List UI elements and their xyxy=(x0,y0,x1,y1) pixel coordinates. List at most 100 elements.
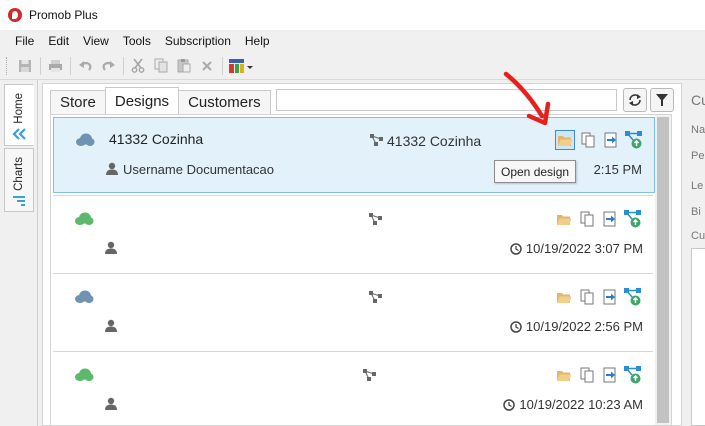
clock-icon xyxy=(510,320,522,333)
app-title: Promob Plus xyxy=(29,8,98,22)
refresh-button[interactable] xyxy=(623,88,647,112)
delete-button[interactable] xyxy=(196,55,218,77)
cloud-icon xyxy=(76,133,95,146)
save-button[interactable] xyxy=(14,55,36,77)
side-tab-charts-label: Charts xyxy=(13,157,25,191)
tab-designs[interactable]: Designs xyxy=(104,87,180,114)
scrollbar-thumb[interactable] xyxy=(657,117,669,423)
design-name: 41332 Cozinha xyxy=(109,131,204,147)
duplicate-icon xyxy=(580,367,594,383)
open-design-button[interactable] xyxy=(554,209,574,229)
redo-icon xyxy=(102,60,115,71)
row-actions xyxy=(554,365,646,385)
share-network-icon xyxy=(624,366,641,384)
project-name: 41332 Cozinha xyxy=(387,133,482,149)
tab-bar: Store Designs Customers xyxy=(50,87,271,114)
export-design-button[interactable] xyxy=(601,130,621,150)
list-item[interactable]: 10/19/2022 3:07 PM xyxy=(53,197,655,273)
export-icon xyxy=(603,211,616,227)
cut-button[interactable] xyxy=(127,55,149,77)
details-label: Cu xyxy=(691,230,705,242)
modified-date-text: 10/19/2022 10:23 AM xyxy=(519,397,643,412)
details-label: Pe xyxy=(691,150,705,162)
details-label: Bi xyxy=(691,206,701,218)
side-tab-home[interactable]: Home xyxy=(4,84,34,146)
tab-customers[interactable]: Customers xyxy=(178,90,271,114)
toolbar-grip xyxy=(6,56,9,75)
duplicate-design-button[interactable] xyxy=(577,209,597,229)
toolbar xyxy=(0,52,705,80)
app-logo-icon xyxy=(8,8,22,22)
designs-list[interactable]: 41332 Cozinha 41332 Cozinha Username Doc… xyxy=(50,114,672,426)
menu-view[interactable]: View xyxy=(76,30,116,52)
paste-button[interactable] xyxy=(173,55,195,77)
details-panel-title: Cu xyxy=(691,92,705,108)
open-design-button[interactable] xyxy=(554,287,574,307)
clock-icon xyxy=(503,398,516,411)
undo-icon xyxy=(78,60,91,71)
side-tab-strip: Home Charts xyxy=(0,80,38,426)
row-actions xyxy=(554,209,646,229)
share-network-icon xyxy=(625,131,642,149)
color-palette-icon xyxy=(229,58,253,73)
menu-tools[interactable]: Tools xyxy=(116,30,158,52)
tab-store[interactable]: Store xyxy=(50,90,106,114)
print-icon xyxy=(48,59,62,72)
folder-open-icon xyxy=(557,293,572,303)
user-icon xyxy=(106,162,118,175)
export-design-button[interactable] xyxy=(600,209,620,229)
open-design-button[interactable] xyxy=(555,130,575,150)
folder-open-icon xyxy=(558,136,573,146)
details-panel: Cu Na Pe Le Bi Cu xyxy=(683,80,705,426)
filter-button[interactable] xyxy=(650,88,674,112)
modified-date-text: 10/19/2022 3:07 PM xyxy=(525,241,643,256)
share-design-button[interactable] xyxy=(623,287,643,307)
vertical-scrollbar[interactable] xyxy=(655,115,671,425)
view-mode-dropdown[interactable] xyxy=(226,55,256,77)
export-icon xyxy=(603,289,616,305)
duplicate-icon xyxy=(581,132,595,148)
share-network-icon xyxy=(624,288,641,306)
menu-file[interactable]: File xyxy=(8,30,41,52)
share-design-button[interactable] xyxy=(623,209,643,229)
cloud-icon xyxy=(75,290,94,303)
export-design-button[interactable] xyxy=(600,287,620,307)
export-icon xyxy=(603,367,616,383)
cut-icon xyxy=(131,58,145,73)
open-design-tooltip: Open design xyxy=(494,160,577,183)
side-tab-charts[interactable]: Charts xyxy=(4,148,34,212)
duplicate-design-button[interactable] xyxy=(577,365,597,385)
save-icon xyxy=(19,59,31,72)
share-design-button[interactable] xyxy=(623,365,643,385)
details-label: Na xyxy=(691,124,705,136)
search-input[interactable] xyxy=(276,89,617,111)
double-chevron-left-icon xyxy=(12,127,26,140)
duplicate-design-button[interactable] xyxy=(577,287,597,307)
open-design-button[interactable] xyxy=(554,365,574,385)
duplicate-icon xyxy=(580,211,594,227)
folder-open-icon xyxy=(557,215,572,225)
menu-help[interactable]: Help xyxy=(238,30,277,52)
export-design-button[interactable] xyxy=(600,365,620,385)
duplicate-design-button[interactable] xyxy=(578,130,598,150)
details-label: Le xyxy=(691,180,704,192)
redo-button[interactable] xyxy=(97,55,119,77)
list-item[interactable]: 10/19/2022 2:56 PM xyxy=(53,275,655,351)
modified-date: 10/19/2022 2:56 PM xyxy=(510,319,643,334)
paste-icon xyxy=(177,59,191,73)
project-tree-icon xyxy=(369,213,382,225)
design-owner: Username Documentacao xyxy=(123,162,275,177)
copy-button[interactable] xyxy=(150,55,172,77)
cloud-icon xyxy=(75,212,94,225)
share-design-button[interactable] xyxy=(624,130,644,150)
menu-edit[interactable]: Edit xyxy=(41,30,76,52)
user-icon xyxy=(105,397,117,410)
undo-button[interactable] xyxy=(74,55,96,77)
menu-subscription[interactable]: Subscription xyxy=(158,30,238,52)
menu-bar: File Edit View Tools Subscription Help xyxy=(0,30,705,52)
details-text-area[interactable] xyxy=(691,248,705,426)
modified-date-text: 10/19/2022 2:56 PM xyxy=(525,319,643,334)
print-button[interactable] xyxy=(44,55,66,77)
user-icon xyxy=(105,319,117,332)
list-item[interactable]: 10/19/2022 10:23 AM xyxy=(53,353,655,425)
